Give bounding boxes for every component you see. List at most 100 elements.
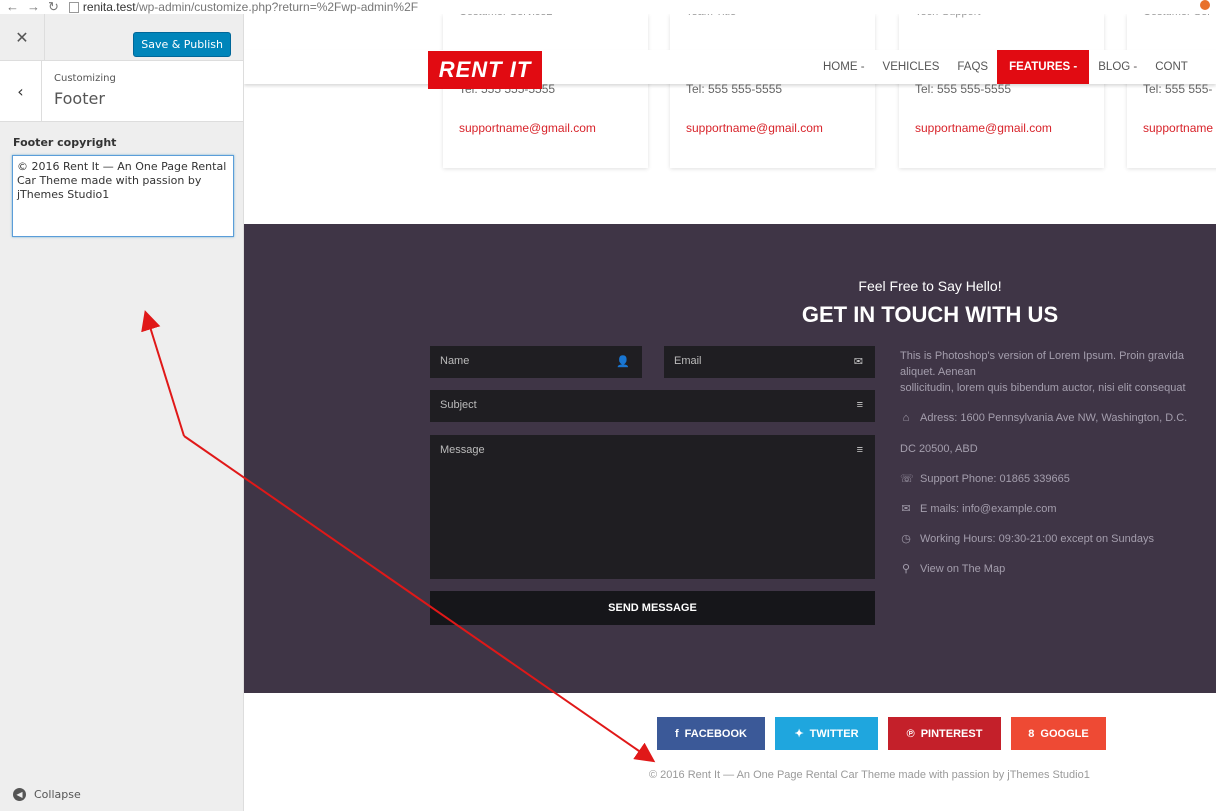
address-row-2: DC 20500, ABD: [900, 441, 1216, 457]
map-row[interactable]: ⚲ View on The Map: [900, 561, 1216, 577]
lines-icon: ≡: [856, 444, 863, 456]
menu-item-vehicles[interactable]: VEHICLES: [874, 50, 949, 84]
card-role: Costumer Ser: [1143, 14, 1216, 18]
site-navbar: RENT IT HOME - VEHICLES FAQS FEATURES - …: [244, 50, 1216, 89]
menu-item-blog[interactable]: BLOG -: [1089, 50, 1146, 84]
twitter-button[interactable]: ✦ TWITTER: [775, 717, 878, 750]
card-email[interactable]: supportname@gmail.com: [686, 121, 823, 135]
section-header: ‹ Customizing Footer: [0, 61, 243, 122]
footer-copyright: © 2016 Rent It — An One Page Rental Car …: [649, 769, 1090, 781]
pinterest-label: PINTEREST: [920, 727, 983, 740]
envelope-icon: ✉: [853, 356, 863, 368]
page-icon: [68, 1, 79, 13]
name-input[interactable]: Name 👤: [430, 346, 642, 378]
card-email[interactable]: supportname: [1143, 121, 1213, 135]
menu-item-faqs[interactable]: FAQS: [948, 50, 997, 84]
url-host: renita.test: [82, 0, 136, 14]
customizer-sidebar: ✕ Save & Publish ‹ Customizing Footer Fo…: [0, 14, 244, 811]
user-icon: 👤: [616, 356, 630, 368]
back-chevron-icon[interactable]: ‹: [0, 61, 42, 121]
card-email[interactable]: supportname@gmail.com: [915, 121, 1052, 135]
subject-input[interactable]: Subject ≡: [430, 390, 875, 422]
back-arrow-icon[interactable]: ←: [6, 0, 19, 14]
google-icon: 8: [1028, 727, 1035, 740]
team-card: Tech-Support Tel: 555 555-5555 supportna…: [899, 14, 1104, 168]
contact-title: GET IN TOUCH WITH US: [801, 302, 1059, 327]
email-input[interactable]: Email ✉: [664, 346, 875, 378]
card-role: Team Title: [686, 14, 875, 18]
card-role: Costumer Service2: [459, 14, 648, 18]
map-link[interactable]: View on The Map: [920, 561, 1005, 577]
site-footer: f FACEBOOK ✦ TWITTER ℗ PINTEREST 8 GOOGLE © …: [244, 693, 1216, 811]
phone-row: ☏ Support Phone: 01865 339665: [900, 471, 1216, 487]
subject-placeholder: Subject: [440, 399, 477, 411]
google-button[interactable]: 8 GOOGLE: [1011, 717, 1106, 750]
site-preview: Costumer Service2 Tel: 555 555-5555 supp…: [244, 14, 1216, 811]
emails-row: ✉ E mails: info@example.com: [900, 501, 1216, 517]
envelope-icon: ✉: [901, 503, 911, 515]
menu-item-features[interactable]: FEATURES -: [997, 50, 1090, 84]
browser-toolbar: ← → ↻ renita.test/wp-admin/customize.php…: [0, 0, 1216, 14]
contact-info: This is Photoshop's version of Lorem Ips…: [900, 348, 1216, 577]
team-card: Costumer Ser Tel: 555 555- supportname: [1127, 14, 1216, 168]
menu-item-home[interactable]: HOME -: [814, 50, 874, 84]
desc-line: sollicitudin, lorem quis bibendum auctor…: [900, 382, 1186, 394]
team-card: Costumer Service2 Tel: 555 555-5555 supp…: [443, 14, 648, 168]
pinterest-button[interactable]: ℗ PINTEREST: [888, 717, 1001, 750]
reload-icon[interactable]: ↻: [48, 0, 59, 14]
send-message-button[interactable]: SEND MESSAGE: [430, 591, 875, 625]
forward-arrow-icon[interactable]: →: [27, 0, 40, 14]
card-tel: Tel: 555 555-: [1143, 82, 1213, 96]
close-icon[interactable]: ✕: [0, 14, 45, 61]
breadcrumb: Customizing: [54, 73, 116, 84]
save-publish-button[interactable]: Save & Publish: [133, 32, 231, 57]
message-textarea[interactable]: Message ≡: [430, 435, 875, 579]
contact-section: Feel Free to Say Hello! GET IN TOUCH WIT…: [244, 224, 1216, 693]
extension-icon[interactable]: [1200, 0, 1210, 10]
card-tel: Tel: 555 555-5555: [915, 82, 1012, 96]
twitter-icon: ✦: [794, 728, 804, 740]
hours-text: Working Hours: 09:30-21:00 except on Sun…: [920, 533, 1154, 545]
facebook-label: FACEBOOK: [684, 727, 747, 740]
customizer-header: ✕ Save & Publish: [0, 14, 243, 61]
name-placeholder: Name: [440, 355, 470, 367]
facebook-icon: f: [674, 727, 679, 740]
home-icon: ⌂: [902, 412, 910, 424]
url-path: /wp-admin/customize.php?return=%2Fwp-adm…: [135, 0, 419, 14]
team-card: Team Title Tel: 555 555-5555 supportname…: [670, 14, 875, 168]
social-buttons: f FACEBOOK ✦ TWITTER ℗ PINTEREST 8 GOOGLE: [657, 717, 1106, 750]
contact-description: This is Photoshop's version of Lorem Ips…: [900, 348, 1216, 396]
contact-subtitle: Feel Free to Say Hello!: [858, 278, 1002, 294]
address-text: Adress: 1600 Pennsylvania Ave NW, Washin…: [920, 412, 1188, 424]
browser-nav: ← → ↻: [0, 0, 59, 14]
message-placeholder: Message: [440, 444, 485, 456]
collapse-label: Collapse: [34, 788, 81, 801]
main-menu: HOME - VEHICLES FAQS FEATURES - BLOG - C…: [814, 50, 1197, 84]
desc-line: aliquet. Aenean: [900, 366, 976, 378]
phone-icon: ☏: [900, 473, 914, 485]
footer-copyright-field[interactable]: © 2016 Rent It — An One Page Rental Car …: [12, 155, 234, 237]
pinterest-icon: ℗: [906, 727, 915, 740]
section-title: Footer: [54, 89, 105, 108]
phone-text: Support Phone: 01865 339665: [920, 473, 1070, 485]
card-email[interactable]: supportname@gmail.com: [459, 121, 596, 135]
email-placeholder: Email: [674, 355, 702, 367]
card-tel: Tel: 555 555-5555: [686, 82, 783, 96]
map-pin-icon: ⚲: [901, 563, 911, 575]
google-label: GOOGLE: [1040, 727, 1089, 740]
clock-icon: ◷: [901, 533, 911, 545]
address-bar[interactable]: renita.test/wp-admin/customize.php?retur…: [83, 0, 418, 14]
twitter-label: TWITTER: [809, 727, 859, 740]
address-row: ⌂ Adress: 1600 Pennsylvania Ave NW, Washi…: [900, 410, 1216, 426]
menu-item-contact[interactable]: CONT: [1146, 50, 1197, 84]
desc-line: This is Photoshop's version of Lorem Ips…: [900, 350, 1184, 362]
site-logo[interactable]: RENT IT: [428, 51, 542, 89]
facebook-button[interactable]: f FACEBOOK: [657, 717, 765, 750]
address-text-2: DC 20500, ABD: [900, 443, 978, 455]
collapse-icon: ◀: [13, 788, 26, 801]
lines-icon: ≡: [856, 399, 863, 411]
hours-row: ◷ Working Hours: 09:30-21:00 except on Su…: [900, 531, 1216, 547]
card-role: Tech-Support: [915, 14, 1104, 18]
collapse-button[interactable]: ◀ Collapse: [13, 788, 81, 801]
footer-copyright-label: Footer copyright: [13, 136, 117, 149]
